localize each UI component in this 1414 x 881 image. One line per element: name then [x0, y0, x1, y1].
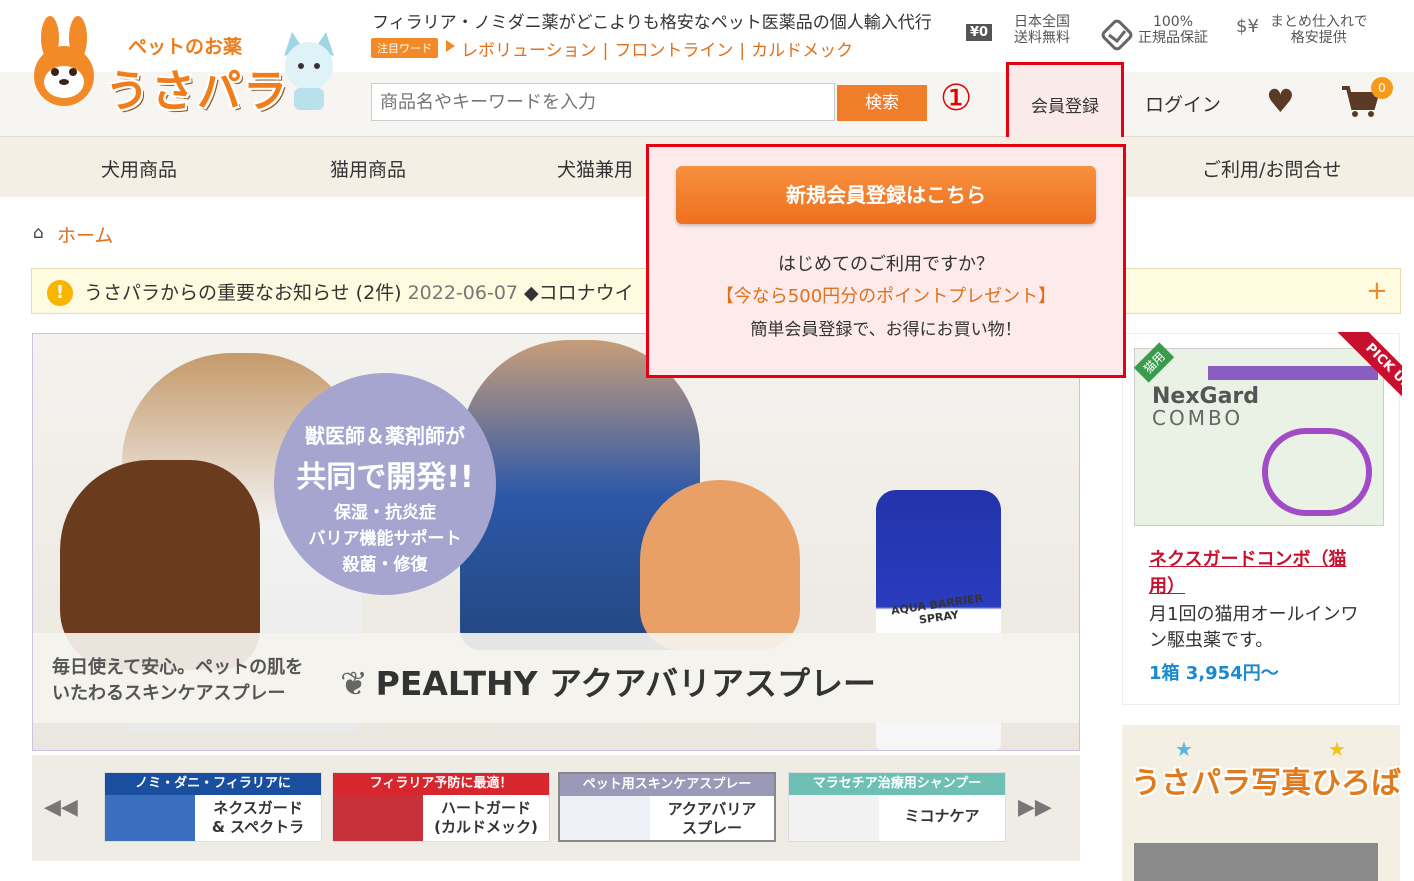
product-thumb-image — [560, 796, 650, 840]
banner-subtitle: 毎日使えて安心。ペットの肌を いたわるスキンケアスプレー — [52, 657, 304, 704]
product-description: 月1回の猫用オールインワン駆虫薬です。 — [1149, 604, 1359, 651]
heart-icon[interactable]: ♥ — [1266, 82, 1295, 120]
keyword-links: レボリューション | フロントライン | カルドメック — [461, 41, 854, 61]
annotation-number: ① — [940, 78, 973, 119]
new-register-button[interactable]: 新規会員登録はこちら — [676, 166, 1096, 224]
logo-title[interactable]: うさパラ — [105, 55, 289, 119]
photo-plaza-title: うさパラ写真ひろば — [1131, 766, 1401, 801]
login-link[interactable]: ログイン — [1145, 90, 1221, 117]
bubble-headline: 共同で開発!! — [296, 460, 474, 495]
product-name-link[interactable]: ネクスガードコンボ（猫用） — [1149, 546, 1369, 600]
keyword-link[interactable]: カルドメック — [751, 41, 853, 61]
collar-ring-image — [1262, 428, 1372, 516]
notice-text: うさパラからの重要なお知らせ (2件) 2022-06-07 ◆コロナウイ — [84, 282, 634, 304]
dropdown-promo: 【今なら500円分のポイントプレゼント】 — [715, 286, 1057, 307]
bubble-line: 獣医師＆薬剤師が — [305, 424, 465, 448]
site-tagline: フィラリア・ノミダニ薬がどこよりも格安なペット医薬品の個人輸入代行 — [372, 13, 932, 33]
handshake-icon — [1101, 19, 1133, 51]
dollar-yen-icon: $¥ — [1236, 16, 1259, 37]
keyword-link[interactable]: レボリューション — [461, 41, 597, 61]
keyword-link[interactable]: フロントライン — [614, 41, 733, 61]
product-thumb-image — [105, 795, 195, 841]
carousel-item-heartgard[interactable]: フィラリア予防に最適！ ハートガード (カルドメック) — [332, 772, 550, 842]
nav-dog-cat[interactable]: 犬猫兼用 — [557, 155, 633, 182]
pickup-ribbon: PICK UP — [1320, 332, 1402, 414]
cat-image — [640, 480, 800, 650]
banner-title: ❦ PEALTHY アクアバリアスプレー — [340, 664, 877, 703]
register-button[interactable]: 会員登録 — [1006, 62, 1124, 144]
next-arrow-icon[interactable]: ▶▶ — [1018, 795, 1052, 820]
rabbit-mascot-icon — [34, 16, 94, 106]
notice-headline: ◆コロナウイ — [524, 282, 634, 304]
search-input[interactable] — [371, 83, 835, 121]
first-arrow-icon[interactable]: ◀◀ — [44, 795, 78, 820]
nav-cat[interactable]: 猫用商品 — [330, 155, 406, 182]
yen-truck-icon: ¥0 — [966, 24, 993, 41]
feature-free-shipping: 日本全国 送料無料 — [1014, 14, 1070, 46]
dropdown-note: 簡単会員登録で、お得にお買い物！ — [750, 320, 1022, 340]
carousel-item-mikonacare[interactable]: マラセチア治療用シャンプー ミコナケア — [788, 772, 1006, 842]
dropdown-question: はじめてのご利用ですか？ — [778, 254, 994, 275]
leaf-logo-icon: ❦ — [340, 664, 368, 703]
breadcrumb-home[interactable]: ホーム — [57, 221, 113, 248]
alert-icon: ! — [47, 280, 73, 306]
nav-dog[interactable]: 犬用商品 — [101, 155, 177, 182]
feature-genuine: 100% 正規品保証 — [1138, 14, 1208, 46]
home-icon: ⌂ — [33, 223, 44, 243]
cat-mascot-icon — [284, 32, 334, 110]
bubble-features: 保湿・抗炎症 バリア機能サポート 殺菌・修復 — [308, 503, 462, 575]
product-thumb-image — [789, 795, 879, 841]
keyword-arrow-icon — [446, 40, 455, 52]
carousel-item-aquabarrier[interactable]: ペット用スキンケアスプレー アクアバリア スプレー — [558, 772, 776, 842]
product-price: 1箱 3,954円〜 — [1149, 663, 1279, 684]
nav-help[interactable]: ご利用/お問合せ — [1202, 155, 1341, 182]
expand-plus-icon[interactable]: + — [1366, 276, 1388, 306]
search-button[interactable]: 検索 — [837, 85, 927, 121]
product-thumb-image — [333, 795, 423, 841]
cart-count-badge: 0 — [1371, 77, 1393, 99]
notice-date: 2022-06-07 — [407, 282, 518, 304]
cat-photo — [1134, 843, 1378, 881]
feature-bulk-price: まとめ仕入れで 格安提供 — [1270, 14, 1368, 46]
image-subbrand: COMBO — [1152, 406, 1244, 430]
carousel-item-nexgard[interactable]: ノミ・ダニ・フィラリアに ネクスガード & スペクトラ — [104, 772, 322, 842]
keyword-badge: 注目ワード — [371, 38, 438, 58]
